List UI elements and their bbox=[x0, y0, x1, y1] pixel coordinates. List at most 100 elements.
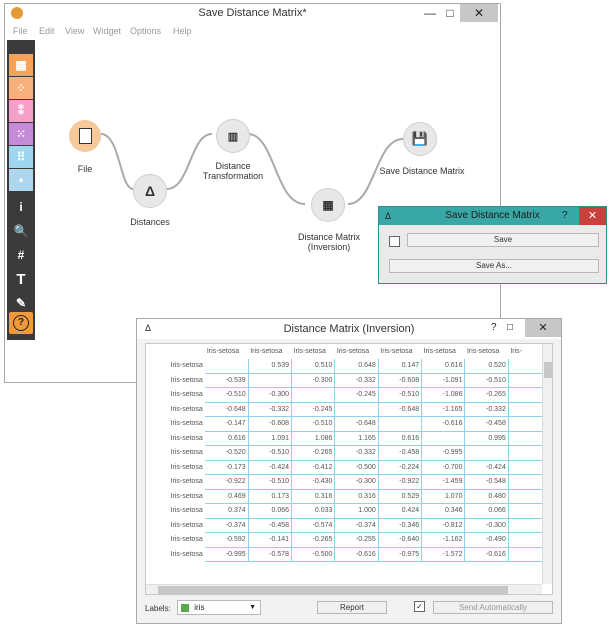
matrix-cell[interactable]: 1.070 bbox=[421, 489, 466, 504]
matrix-cell[interactable]: -0.608 bbox=[248, 416, 293, 432]
matrix-cell[interactable]: 0.469 bbox=[204, 489, 249, 504]
matrix-cell[interactable]: -0.265 bbox=[464, 387, 509, 403]
matrix-cell[interactable]: -0.616 bbox=[421, 416, 466, 432]
matrix-cell[interactable]: -0.458 bbox=[378, 445, 423, 461]
vertical-scrollbar[interactable] bbox=[542, 344, 552, 584]
distance-matrix-node[interactable]: ▦ bbox=[311, 188, 345, 222]
column-header[interactable]: Iris-setosa bbox=[422, 344, 465, 359]
matrix-cell[interactable]: -0.510 bbox=[378, 387, 423, 403]
dm-help-button[interactable]: ? bbox=[491, 322, 497, 333]
matrix-cell[interactable]: -0.510 bbox=[291, 416, 336, 432]
row-label[interactable]: Iris-setosa bbox=[146, 547, 205, 562]
matrix-cell[interactable]: -0.374 bbox=[204, 518, 249, 533]
matrix-cell[interactable]: 0.033 bbox=[291, 503, 336, 519]
matrix-cell[interactable]: -0.430 bbox=[291, 474, 336, 490]
matrix-cell[interactable]: -0.332 bbox=[464, 402, 509, 417]
matrix-cell[interactable]: -0.616 bbox=[334, 547, 379, 562]
matrix-cell[interactable]: -0.510 bbox=[248, 474, 293, 490]
matrix-cell[interactable]: -0.548 bbox=[464, 474, 509, 490]
matrix-cell[interactable] bbox=[378, 416, 423, 432]
matrix-cell[interactable]: -1.086 bbox=[421, 387, 466, 403]
matrix-cell[interactable]: 0.147 bbox=[378, 358, 423, 374]
matrix-cell[interactable]: -1.162 bbox=[421, 532, 466, 548]
matrix-cell[interactable]: -0.574 bbox=[291, 518, 336, 533]
column-header[interactable]: Iris-setosa bbox=[248, 344, 291, 359]
save-distance-matrix-node[interactable]: 💾 bbox=[403, 122, 437, 156]
dm-titlebar[interactable]: Δ Distance Matrix (Inversion) ? □ ✕ bbox=[137, 319, 561, 339]
matrix-cell[interactable]: -0.147 bbox=[204, 416, 249, 432]
matrix-cell[interactable]: -0.245 bbox=[291, 402, 336, 417]
row-label[interactable]: Iris-setosa bbox=[146, 417, 205, 432]
matrix-cell[interactable]: -0.510 bbox=[248, 445, 293, 461]
matrix-cell[interactable]: -0.520 bbox=[204, 445, 249, 461]
matrix-cell[interactable]: -0.412 bbox=[291, 460, 336, 475]
matrix-cell[interactable]: -0.332 bbox=[334, 445, 379, 461]
row-label[interactable]: Iris-setosa bbox=[146, 446, 205, 461]
matrix-cell[interactable]: -0.245 bbox=[334, 387, 379, 403]
matrix-cell[interactable]: -1.459 bbox=[421, 474, 466, 490]
matrix-cell[interactable]: 0.316 bbox=[334, 489, 379, 504]
matrix-cell[interactable]: 0.424 bbox=[378, 503, 423, 519]
matrix-cell[interactable]: 0.616 bbox=[378, 431, 423, 446]
matrix-cell[interactable]: -0.500 bbox=[334, 460, 379, 475]
matrix-cell[interactable]: -0.975 bbox=[378, 547, 423, 562]
row-label[interactable]: Iris-setosa bbox=[146, 402, 205, 417]
send-automatically-button[interactable]: Send Automatically bbox=[433, 601, 553, 614]
column-header[interactable]: Iris-setosa bbox=[378, 344, 421, 359]
horizontal-scrollbar[interactable] bbox=[146, 584, 542, 594]
matrix-cell[interactable] bbox=[248, 373, 293, 388]
matrix-cell[interactable]: -0.539 bbox=[204, 373, 249, 388]
file-node[interactable] bbox=[69, 120, 101, 152]
matrix-cell[interactable]: 0.316 bbox=[291, 489, 336, 504]
matrix-cell[interactable]: 0.374 bbox=[204, 503, 249, 519]
matrix-cell[interactable]: -0.265 bbox=[291, 445, 336, 461]
matrix-cell[interactable] bbox=[464, 445, 509, 461]
matrix-cell[interactable]: 0.520 bbox=[464, 358, 509, 374]
save-dialog-titlebar[interactable]: Δ Save Distance Matrix ? ✕ bbox=[379, 207, 606, 225]
column-header[interactable]: Iris-setosa bbox=[205, 344, 248, 359]
matrix-cell[interactable]: -0.255 bbox=[334, 532, 379, 548]
matrix-cell[interactable]: -0.510 bbox=[204, 387, 249, 403]
matrix-cell[interactable]: 0.616 bbox=[204, 431, 249, 446]
matrix-cell[interactable]: 0.346 bbox=[421, 503, 466, 519]
matrix-cell[interactable]: 0.648 bbox=[334, 358, 379, 374]
matrix-cell[interactable]: 0.995 bbox=[464, 431, 509, 446]
matrix-cell[interactable] bbox=[334, 402, 379, 417]
column-header[interactable]: Iris-setosa bbox=[465, 344, 508, 359]
matrix-cell[interactable]: 0.173 bbox=[248, 489, 293, 504]
matrix-cell[interactable]: -0.592 bbox=[204, 532, 249, 548]
row-label[interactable]: Iris-setosa bbox=[146, 373, 205, 388]
row-label[interactable]: Iris-setosa bbox=[146, 475, 205, 490]
matrix-cell[interactable]: -0.458 bbox=[464, 416, 509, 432]
save-as-button[interactable]: Save As... bbox=[389, 259, 599, 273]
matrix-cell[interactable]: -0.500 bbox=[291, 547, 336, 562]
send-auto-checkbox[interactable]: ✓ bbox=[414, 601, 425, 612]
matrix-cell[interactable]: 0.066 bbox=[464, 503, 509, 519]
matrix-cell[interactable]: -0.173 bbox=[204, 460, 249, 475]
distance-matrix-table[interactable]: Iris-setosa Iris-setosa Iris-setosa Iris-se… bbox=[145, 343, 553, 595]
distance-transformation-node[interactable]: ▥ bbox=[216, 119, 250, 153]
row-label[interactable]: Iris-setosa bbox=[146, 533, 205, 548]
vertical-scroll-thumb[interactable] bbox=[544, 362, 552, 378]
dm-maximize-button[interactable]: □ bbox=[507, 322, 513, 333]
row-label[interactable]: Iris-setosa bbox=[146, 359, 205, 374]
matrix-cell[interactable]: 1.165 bbox=[334, 431, 379, 446]
matrix-cell[interactable]: -0.640 bbox=[378, 532, 423, 548]
matrix-cell[interactable]: -0.648 bbox=[334, 416, 379, 432]
matrix-cell[interactable]: -1.165 bbox=[421, 402, 466, 417]
matrix-cell[interactable]: 1.086 bbox=[291, 431, 336, 446]
matrix-cell[interactable]: 0.616 bbox=[421, 358, 466, 374]
row-label[interactable]: Iris-setosa bbox=[146, 388, 205, 403]
distances-node[interactable]: Δ bbox=[133, 174, 167, 208]
matrix-cell[interactable]: -0.648 bbox=[378, 402, 423, 417]
matrix-cell[interactable] bbox=[204, 358, 249, 374]
matrix-cell[interactable] bbox=[291, 387, 336, 403]
matrix-cell[interactable]: -0.700 bbox=[421, 460, 466, 475]
matrix-cell[interactable]: 0.480 bbox=[464, 489, 509, 504]
matrix-cell[interactable]: -0.812 bbox=[421, 518, 466, 533]
matrix-cell[interactable]: -0.265 bbox=[291, 532, 336, 548]
row-label[interactable]: Iris-setosa bbox=[146, 504, 205, 519]
matrix-cell[interactable]: -0.300 bbox=[464, 518, 509, 533]
dm-close-button[interactable]: ✕ bbox=[525, 319, 561, 337]
matrix-cell[interactable]: -1.091 bbox=[421, 373, 466, 388]
